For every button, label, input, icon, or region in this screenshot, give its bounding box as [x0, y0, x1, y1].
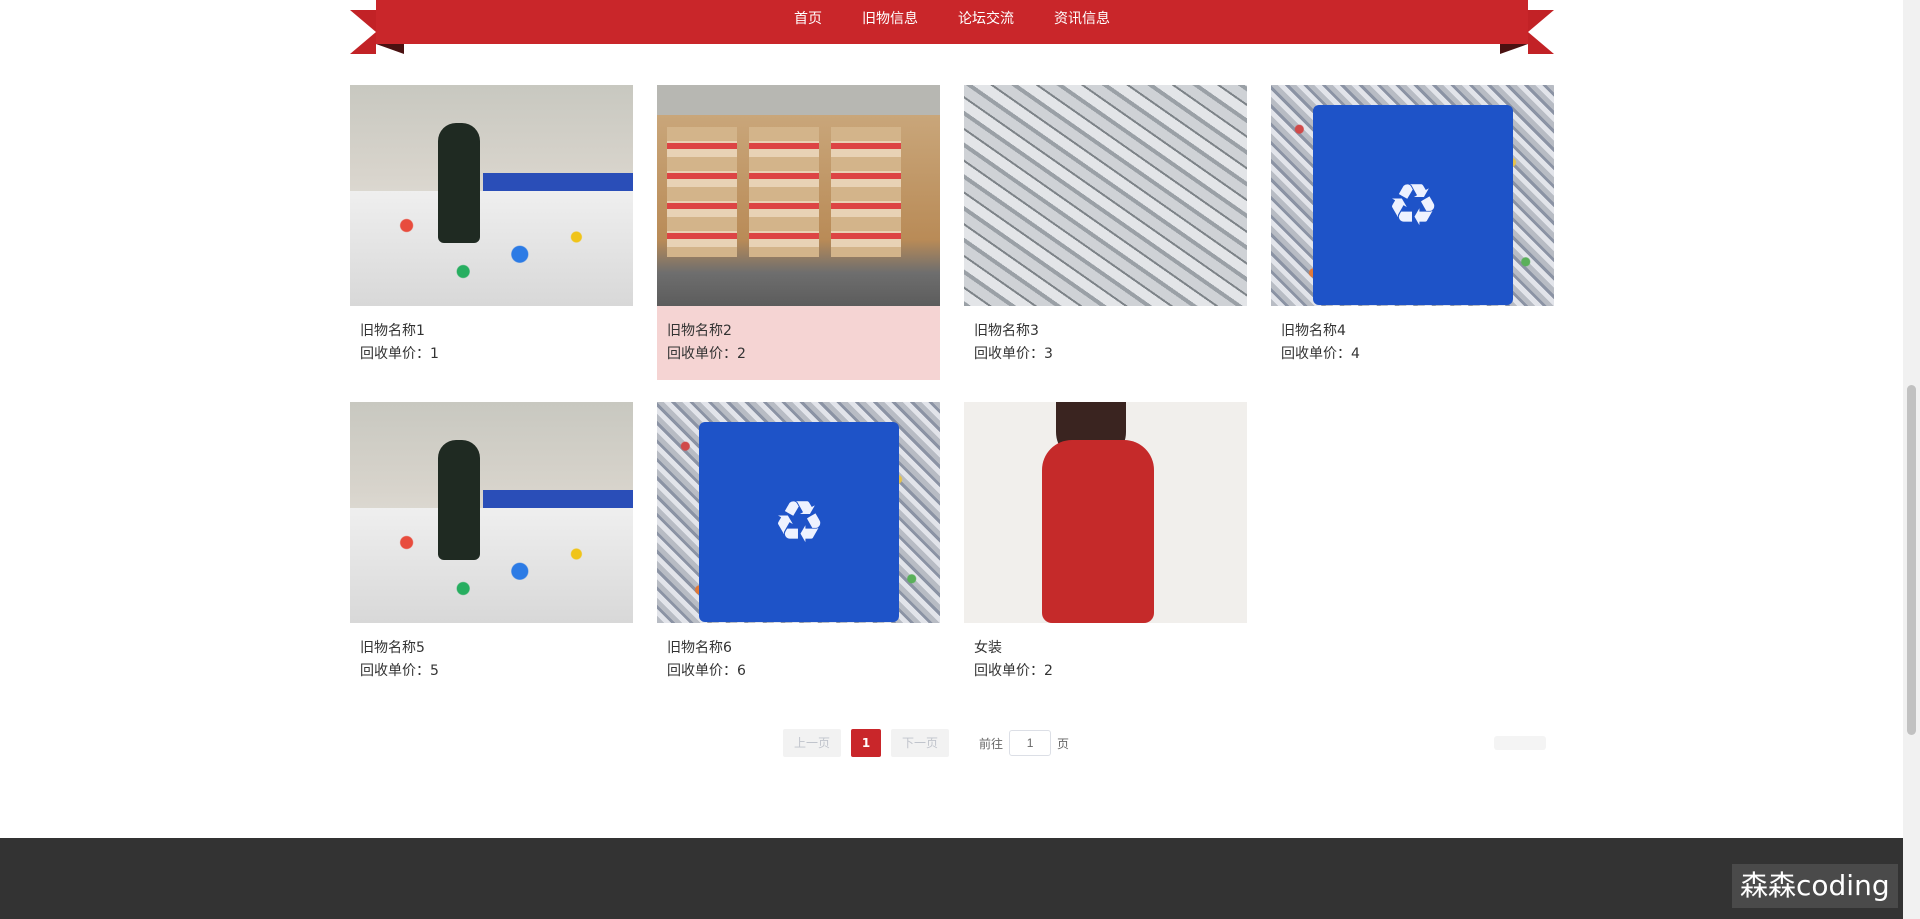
- product-name: 旧物名称3: [974, 323, 1039, 339]
- product-name: 女装: [974, 640, 1002, 656]
- product-price-row: 回收单价：5: [360, 659, 623, 683]
- recycle-icon: ♻: [699, 422, 899, 622]
- product-name: 旧物名称2: [667, 323, 732, 339]
- product-info: 旧物名称3 回收单价：3: [964, 306, 1247, 380]
- nav-item-home[interactable]: 首页: [794, 8, 822, 28]
- ribbon-fold-left: [376, 44, 404, 54]
- watermark: 森森coding: [1732, 864, 1898, 908]
- product-card[interactable]: 旧物名称5 回收单价：5: [350, 402, 633, 697]
- product-name: 旧物名称4: [1281, 323, 1346, 339]
- price-value: 6: [737, 663, 746, 679]
- product-image[interactable]: [964, 85, 1247, 306]
- goto-page: 前往 页: [979, 730, 1069, 756]
- price-value: 5: [430, 663, 439, 679]
- nav-item-news[interactable]: 资讯信息: [1054, 8, 1110, 28]
- goto-prefix: 前往: [979, 736, 1004, 751]
- goto-page-input[interactable]: [1009, 730, 1052, 756]
- product-info: 旧物名称1 回收单价：1: [350, 306, 633, 380]
- price-label: 回收单价：: [667, 346, 737, 362]
- price-label: 回收单价：: [974, 346, 1044, 362]
- product-card[interactable]: 女装 回收单价：2: [964, 402, 1247, 697]
- nav-item-items[interactable]: 旧物信息: [862, 8, 918, 28]
- product-info: 旧物名称4 回收单价：4: [1271, 306, 1554, 380]
- product-name: 旧物名称6: [667, 640, 732, 656]
- price-label: 回收单价：: [360, 663, 430, 679]
- product-card[interactable]: ♻ 旧物名称4 回收单价：4: [1271, 85, 1554, 380]
- price-label: 回收单价：: [360, 346, 430, 362]
- price-label: 回收单价：: [1281, 346, 1351, 362]
- product-image[interactable]: [657, 85, 940, 306]
- header-ribbon: 首页 旧物信息 论坛交流 资讯信息: [350, 0, 1554, 55]
- product-info: 旧物名称2 回收单价：2: [657, 306, 940, 380]
- product-name: 旧物名称5: [360, 640, 425, 656]
- product-grid: 旧物名称1 回收单价：1 旧物名称2 回收单价：2 旧物名称3 回收单价：3 ♻…: [350, 85, 1555, 697]
- next-page-button[interactable]: 下一页: [891, 729, 950, 757]
- product-card[interactable]: ♻ 旧物名称6 回收单价：6: [657, 402, 940, 697]
- product-price-row: 回收单价：6: [667, 659, 930, 683]
- price-value: 3: [1044, 346, 1053, 362]
- product-card[interactable]: 旧物名称1 回收单价：1: [350, 85, 633, 380]
- prev-page-button[interactable]: 上一页: [783, 729, 842, 757]
- price-label: 回收单价：: [667, 663, 737, 679]
- page: 首页 旧物信息 论坛交流 资讯信息 旧物名称1 回收单价：1 旧物名称2 回收单…: [0, 0, 1920, 919]
- product-image[interactable]: [350, 85, 633, 306]
- product-name: 旧物名称1: [360, 323, 425, 339]
- scrollbar[interactable]: [1903, 0, 1920, 919]
- scrollbar-thumb[interactable]: [1907, 385, 1916, 735]
- recycle-icon: ♻: [1313, 105, 1513, 305]
- product-price-row: 回收单价：1: [360, 342, 623, 366]
- product-image[interactable]: [350, 402, 633, 623]
- page-number-current[interactable]: 1: [851, 729, 882, 757]
- price-value: 1: [430, 346, 439, 362]
- pagination: 上一页 1 下一页 前往 页: [783, 729, 1069, 757]
- product-card[interactable]: 旧物名称3 回收单价：3: [964, 85, 1247, 380]
- faint-element: [1494, 736, 1546, 750]
- video-overlay: [0, 838, 1920, 919]
- product-card[interactable]: 旧物名称2 回收单价：2: [657, 85, 940, 380]
- product-info: 女装 回收单价：2: [964, 623, 1247, 697]
- product-image[interactable]: ♻: [1271, 85, 1554, 306]
- product-price-row: 回收单价：2: [974, 659, 1237, 683]
- price-value: 2: [1044, 663, 1053, 679]
- product-info: 旧物名称6 回收单价：6: [657, 623, 940, 697]
- main-nav: 首页 旧物信息 论坛交流 资讯信息: [350, 0, 1554, 36]
- product-price-row: 回收单价：2: [667, 342, 930, 366]
- product-price-row: 回收单价：4: [1281, 342, 1544, 366]
- goto-suffix: 页: [1057, 736, 1070, 751]
- product-price-row: 回收单价：3: [974, 342, 1237, 366]
- price-value: 2: [737, 346, 746, 362]
- price-value: 4: [1351, 346, 1360, 362]
- product-info: 旧物名称5 回收单价：5: [350, 623, 633, 697]
- price-label: 回收单价：: [974, 663, 1044, 679]
- nav-item-forum[interactable]: 论坛交流: [958, 8, 1014, 28]
- product-image[interactable]: ♻: [657, 402, 940, 623]
- product-image[interactable]: [964, 402, 1247, 623]
- ribbon-fold-right: [1500, 44, 1528, 54]
